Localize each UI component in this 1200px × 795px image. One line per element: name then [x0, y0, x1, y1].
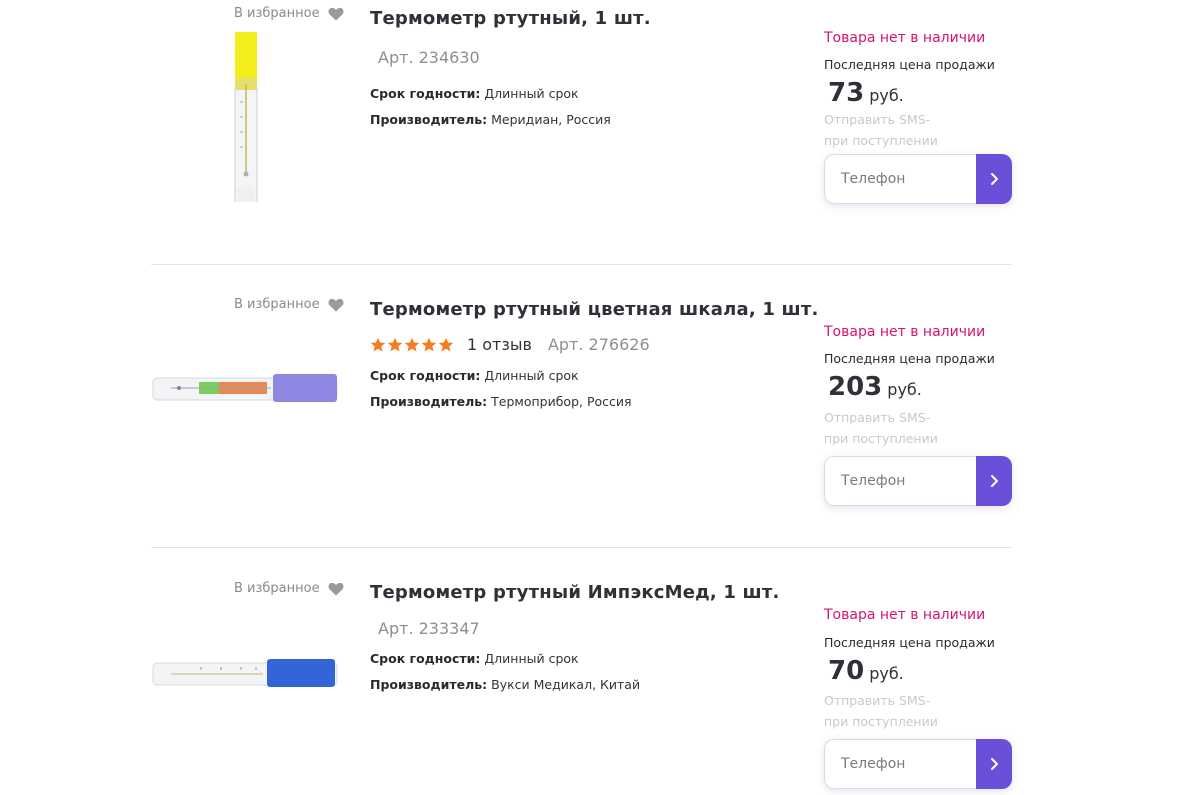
- sms-line-2: при поступлении: [824, 133, 938, 148]
- heart-icon: [328, 7, 344, 20]
- product-title[interactable]: Термометр ртутный цветная шкала, 1 шт.: [370, 299, 819, 320]
- product-image[interactable]: [151, 354, 341, 424]
- divider: [151, 547, 1012, 548]
- article-number: Арт. 276626: [547, 335, 650, 354]
- heart-icon: [328, 582, 344, 595]
- product-card: В избранное Термометр ртутный цветная шк…: [151, 264, 1012, 547]
- maker-label: Производитель:: [370, 112, 488, 127]
- rating-stars: [370, 337, 454, 353]
- maker-info: Производитель: Термоприбор, Россия: [370, 394, 632, 409]
- heart-icon: [328, 298, 344, 311]
- price-value: 73: [828, 78, 865, 108]
- submit-phone-button[interactable]: [976, 739, 1012, 789]
- product-image[interactable]: [151, 32, 341, 202]
- favorite-label: В избранное: [234, 6, 320, 21]
- stock-status: Товара нет в наличии: [824, 607, 986, 623]
- maker-value: Меридиан, Россия: [491, 112, 611, 127]
- article-number: Арт. 234630: [378, 48, 480, 67]
- sms-line-2: при поступлении: [824, 431, 938, 446]
- sms-line-1: Отправить SMS-: [824, 693, 931, 708]
- article-number: Арт. 233347: [378, 619, 480, 638]
- phone-notify-form: [824, 739, 1012, 789]
- sms-notify-text: Отправить SMS- при поступлении: [824, 690, 938, 732]
- sms-line-1: Отправить SMS-: [824, 112, 931, 127]
- product-card: В избранное Термометр ртутный, 1 шт. Арт…: [151, 0, 1012, 279]
- maker-label: Производитель:: [370, 394, 488, 409]
- stock-status: Товара нет в наличии: [824, 30, 986, 46]
- favorite-toggle[interactable]: В избранное: [234, 581, 344, 596]
- expiry-info: Срок годности: Длинный срок: [370, 86, 579, 101]
- submit-phone-button[interactable]: [976, 154, 1012, 204]
- last-price-label: Последняя цена продажи: [824, 351, 995, 366]
- phone-notify-form: [824, 456, 1012, 506]
- last-price-label: Последняя цена продажи: [824, 57, 995, 72]
- product-card: В избранное Термометр ртутный ИмпэксМед,…: [151, 547, 1012, 795]
- expiry-label: Срок годности:: [370, 86, 481, 101]
- star-icon: [438, 337, 454, 351]
- price: 70 руб.: [828, 656, 904, 686]
- phone-input[interactable]: [824, 456, 976, 506]
- star-icon: [421, 337, 437, 351]
- sms-notify-text: Отправить SMS- при поступлении: [824, 407, 938, 449]
- product-title[interactable]: Термометр ртутный ИмпэксМед, 1 шт.: [370, 582, 780, 603]
- chevron-right-icon: [991, 475, 998, 487]
- stock-status: Товара нет в наличии: [824, 324, 986, 340]
- favorite-label: В избранное: [234, 581, 320, 596]
- product-title[interactable]: Термометр ртутный, 1 шт.: [370, 8, 651, 29]
- favorite-toggle[interactable]: В избранное: [234, 297, 344, 312]
- maker-value: Термоприбор, Россия: [491, 394, 632, 409]
- price: 73 руб.: [828, 78, 904, 108]
- last-price-label: Последняя цена продажи: [824, 635, 995, 650]
- star-icon: [387, 337, 403, 351]
- phone-notify-form: [824, 154, 1012, 204]
- expiry-label: Срок годности:: [370, 651, 481, 666]
- price: 203 руб.: [828, 372, 922, 402]
- product-image[interactable]: [151, 639, 341, 709]
- reviews-link[interactable]: 1 отзыв: [467, 335, 532, 354]
- favorite-toggle[interactable]: В избранное: [234, 6, 344, 21]
- price-currency: руб.: [869, 86, 904, 105]
- maker-label: Производитель:: [370, 677, 488, 692]
- price-currency: руб.: [887, 380, 922, 399]
- expiry-value: Длинный срок: [484, 651, 579, 666]
- product-meta: 1 отзыв Арт. 276626: [370, 335, 650, 354]
- price-value: 70: [828, 656, 865, 686]
- phone-input[interactable]: [824, 739, 976, 789]
- chevron-right-icon: [991, 758, 998, 770]
- submit-phone-button[interactable]: [976, 456, 1012, 506]
- product-meta: Арт. 234630: [370, 48, 480, 67]
- price-currency: руб.: [869, 664, 904, 683]
- expiry-info: Срок годности: Длинный срок: [370, 368, 579, 383]
- expiry-value: Длинный срок: [484, 368, 579, 383]
- sms-notify-text: Отправить SMS- при поступлении: [824, 109, 938, 151]
- phone-input[interactable]: [824, 154, 976, 204]
- maker-value: Вукси Медикал, Китай: [491, 677, 641, 692]
- favorite-label: В избранное: [234, 297, 320, 312]
- maker-info: Производитель: Вукси Медикал, Китай: [370, 677, 640, 692]
- maker-info: Производитель: Меридиан, Россия: [370, 112, 611, 127]
- star-icon: [370, 337, 386, 351]
- sms-line-2: при поступлении: [824, 714, 938, 729]
- star-icon: [404, 337, 420, 351]
- divider: [151, 264, 1012, 265]
- product-meta: Арт. 233347: [370, 619, 480, 638]
- expiry-info: Срок годности: Длинный срок: [370, 651, 579, 666]
- expiry-label: Срок годности:: [370, 368, 481, 383]
- expiry-value: Длинный срок: [484, 86, 579, 101]
- sms-line-1: Отправить SMS-: [824, 410, 931, 425]
- price-value: 203: [828, 372, 883, 402]
- chevron-right-icon: [991, 173, 998, 185]
